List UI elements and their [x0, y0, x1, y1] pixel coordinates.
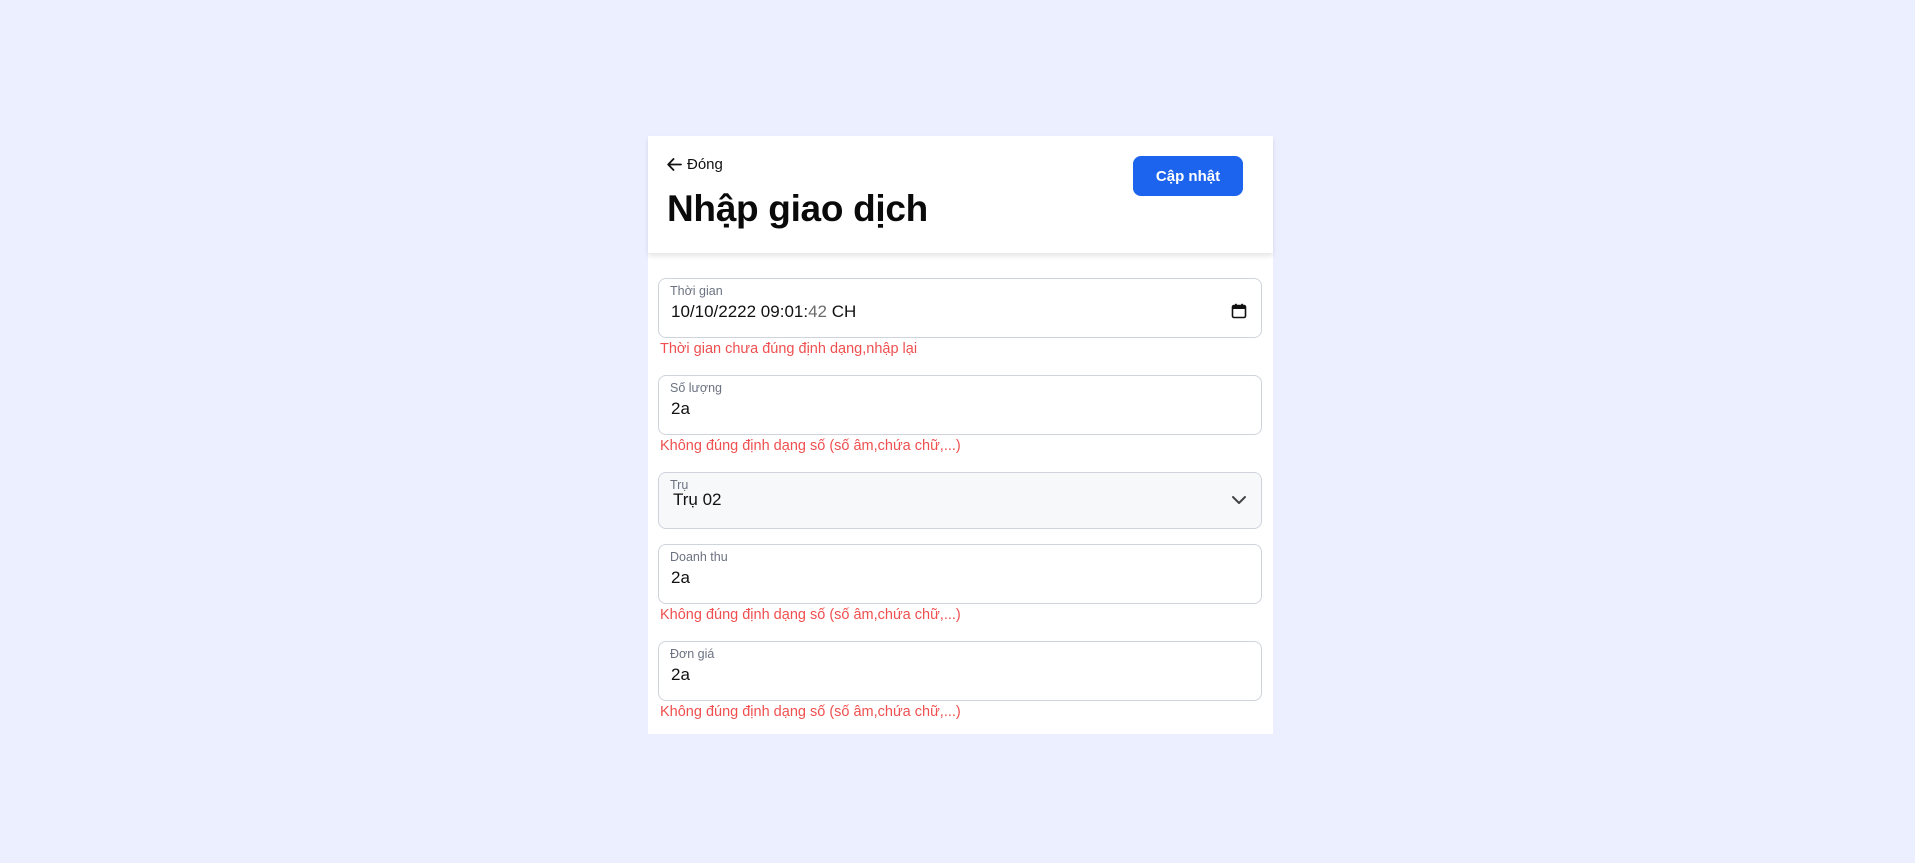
time-value-seconds: 42 — [808, 302, 827, 321]
unit-price-value[interactable]: 2a — [671, 665, 690, 685]
time-error: Thời gian chưa đúng định dạng,nhập lại — [660, 341, 918, 357]
update-button[interactable]: Cập nhật — [1133, 156, 1243, 196]
pump-value: Trụ 02 — [673, 490, 722, 509]
revenue-field[interactable]: Doanh thu 2a — [658, 544, 1262, 604]
revenue-value[interactable]: 2a — [671, 568, 690, 588]
time-value[interactable]: 10/10/2222 09:01:42 CH — [671, 302, 856, 322]
close-link-label: Đóng — [687, 156, 723, 173]
arrow-left-icon — [667, 158, 682, 171]
quantity-field[interactable]: Số lượng 2a — [658, 375, 1262, 435]
unit-price-label: Đơn giá — [670, 647, 715, 661]
time-value-period: CH — [827, 302, 857, 321]
page-title: Nhập giao dịch — [667, 188, 928, 229]
time-label: Thời gian — [670, 284, 723, 298]
quantity-value[interactable]: 2a — [671, 399, 690, 419]
calendar-icon[interactable] — [1231, 303, 1247, 324]
time-value-main: 10/10/2222 09:01: — [671, 302, 809, 321]
pump-select[interactable]: Trụ Trụ 02 — [658, 472, 1262, 529]
revenue-error: Không đúng định dạng số (số âm,chứa chữ,… — [660, 607, 961, 623]
quantity-label: Số lượng — [670, 381, 723, 395]
quantity-error: Không đúng định dạng số (số âm,chứa chữ,… — [660, 438, 961, 454]
revenue-label: Doanh thu — [670, 550, 728, 564]
unit-price-error: Không đúng định dạng số (số âm,chứa chữ,… — [660, 704, 961, 720]
time-field[interactable]: Thời gian 10/10/2222 09:01:42 CH — [658, 278, 1262, 338]
card-header: Đóng Nhập giao dịch Cập nhật — [648, 136, 1273, 253]
chevron-down-icon[interactable] — [1231, 493, 1247, 512]
unit-price-field[interactable]: Đơn giá 2a — [658, 641, 1262, 701]
close-link[interactable]: Đóng — [667, 156, 723, 173]
transaction-card: Đóng Nhập giao dịch Cập nhật Thời gian 1… — [648, 136, 1273, 734]
